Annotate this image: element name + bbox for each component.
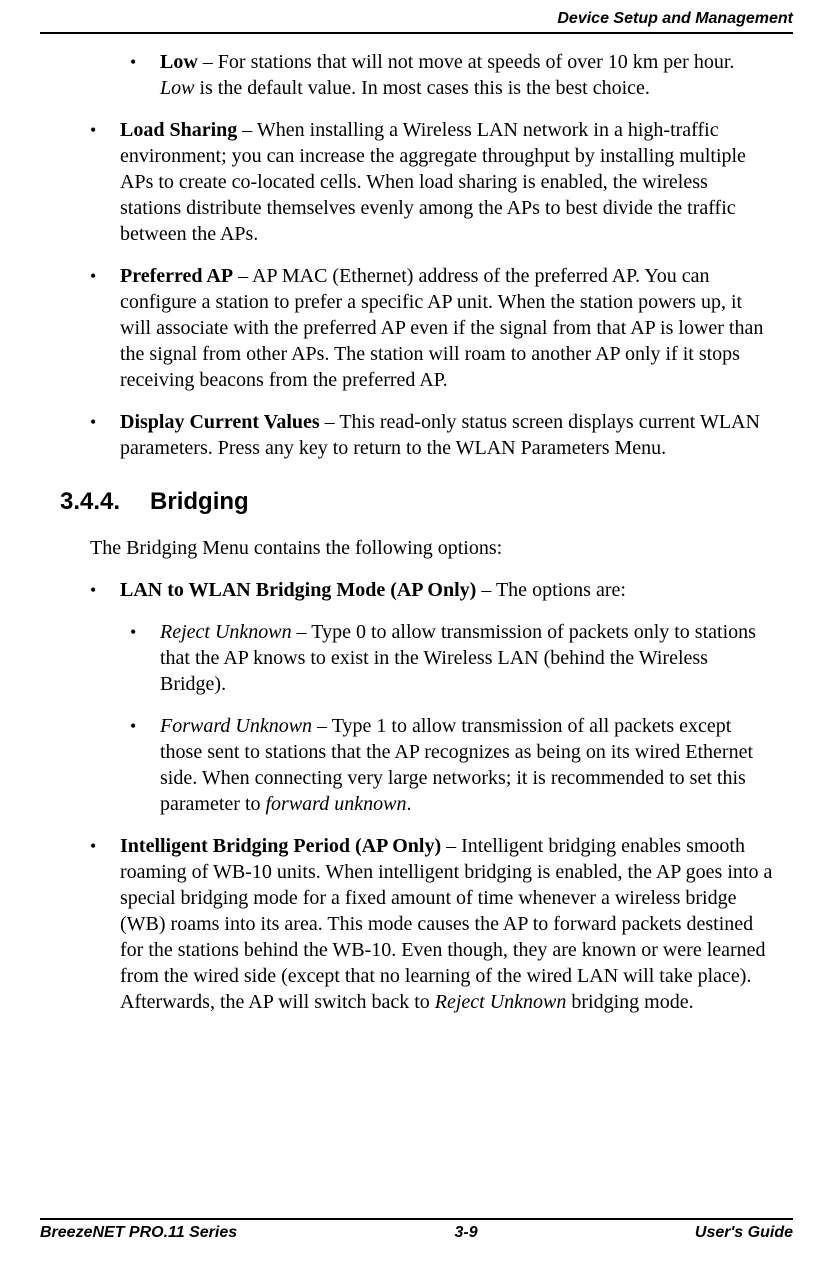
sep: – [441,835,461,857]
text: For stations that will not move at speed… [218,51,735,73]
bullet-load-sharing: • Load Sharing – When installing a Wirel… [90,117,773,247]
footer-row: BreezeNET PRO.11 Series 3-9 User's Guide [40,1224,793,1242]
heading-title: Bridging [150,486,249,517]
term-reject-unknown: Reject Unknown [160,621,292,643]
sep: – [312,715,332,737]
footer-center: 3-9 [454,1224,477,1242]
term-low: Low [160,51,198,73]
term-load-sharing: Load Sharing [120,119,237,141]
bullet-display-current: • Display Current Values – This read-onl… [90,409,773,461]
text: bridging mode. [566,991,693,1013]
page: Device Setup and Management • Low – For … [0,0,833,1270]
footer-left: BreezeNET PRO.11 Series [40,1224,237,1242]
bullet-icon: • [90,263,120,393]
sep: – [198,51,218,73]
bullet-low: • Low – For stations that will not move … [130,49,773,101]
text: The options are: [496,579,626,601]
term-preferred-ap: Preferred AP [120,265,233,287]
bullet-icon: • [90,117,120,247]
bullet-icon: • [130,619,160,697]
footer: BreezeNET PRO.11 Series 3-9 User's Guide [40,1218,793,1242]
bullet-body: Display Current Values – This read-only … [120,409,773,461]
sep: – [476,579,496,601]
bullet-reject-unknown: • Reject Unknown – Type 0 to allow trans… [130,619,773,697]
bullet-body: LAN to WLAN Bridging Mode (AP Only) – Th… [120,577,773,603]
intro-text: The Bridging Menu contains the following… [90,535,773,561]
bullet-intelligent-bridging: • Intelligent Bridging Period (AP Only) … [90,833,773,1015]
bullet-body: Intelligent Bridging Period (AP Only) – … [120,833,773,1015]
bullet-lan-wlan: • LAN to WLAN Bridging Mode (AP Only) – … [90,577,773,603]
italic-forward-unknown: forward unknown [266,793,407,815]
bullet-body: Load Sharing – When installing a Wireles… [120,117,773,247]
bullet-forward-unknown: • Forward Unknown – Type 1 to allow tran… [130,713,773,817]
bullet-icon: • [130,49,160,101]
text: Intelligent bridging enables smooth roam… [120,835,772,1013]
header-section-title: Device Setup and Management [40,0,793,32]
footer-right: User's Guide [695,1224,793,1242]
sep: – [237,119,257,141]
text: . [406,793,411,815]
bullet-body: Preferred AP – AP MAC (Ethernet) address… [120,263,773,393]
footer-rule [40,1218,793,1220]
bullet-body: Forward Unknown – Type 1 to allow transm… [160,713,773,817]
sep: – [233,265,252,287]
sep: – [292,621,312,643]
bullet-preferred-ap: • Preferred AP – AP MAC (Ethernet) addre… [90,263,773,393]
italic-reject-unknown: Reject Unknown [435,991,567,1013]
heading-number: 3.4.4. [60,486,120,517]
bullet-body: Low – For stations that will not move at… [160,49,773,101]
sep: – [320,411,340,433]
header: Device Setup and Management [0,0,833,34]
bullet-icon: • [90,409,120,461]
content: • Low – For stations that will not move … [0,34,833,1015]
bullet-icon: • [130,713,160,817]
section-heading: 3.4.4. Bridging [60,486,773,517]
bullet-icon: • [90,833,120,1015]
term-intelligent-bridging: Intelligent Bridging Period (AP Only) [120,835,441,857]
bullet-body: Reject Unknown – Type 0 to allow transmi… [160,619,773,697]
term-display-current: Display Current Values [120,411,320,433]
bullet-icon: • [90,577,120,603]
term-forward-unknown: Forward Unknown [160,715,312,737]
italic-low: Low [160,77,194,99]
text: is the default value. In most cases this… [194,77,649,99]
term-lan-wlan: LAN to WLAN Bridging Mode (AP Only) [120,579,476,601]
